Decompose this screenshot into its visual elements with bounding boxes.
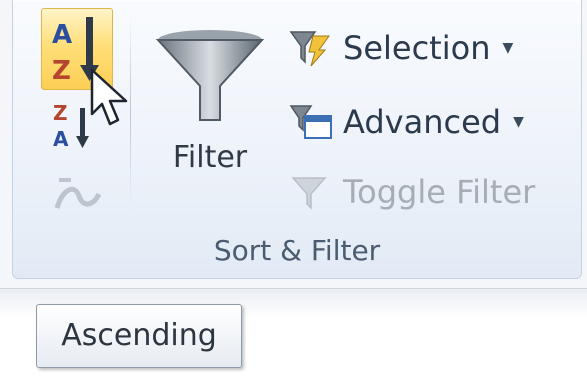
custom-sort-button[interactable] (49, 168, 105, 220)
funnel-icon (155, 30, 265, 121)
sort-filter-group-label: Sort & Filter (213, 234, 381, 267)
advanced-filter-icon (289, 105, 332, 139)
ascending-tooltip: Ascending (36, 304, 242, 368)
toggle-filter-icon (291, 177, 327, 210)
ascending-top-letter: A (52, 20, 72, 50)
selection-label: Selection (343, 29, 491, 67)
advanced-dropdown-icon: ▼ (513, 114, 524, 130)
mouse-cursor-icon (90, 68, 128, 126)
toggle-filter-label: Toggle Filter (343, 173, 536, 211)
selection-dropdown-icon: ▼ (502, 40, 514, 56)
custom-sort-icon (54, 178, 102, 209)
ascending-mid-letter: Z (52, 56, 71, 86)
descending-mid-letter: A (53, 127, 69, 151)
filter-label: Filter (172, 140, 248, 175)
filter-button[interactable]: Filter (145, 22, 275, 202)
selection-button[interactable]: Selection ▼ (289, 24, 579, 72)
sort-filter-ribbon-group: A Z Z A Filter Selection ▼ Advanced ▼ To… (12, 0, 582, 279)
toggle-filter-button[interactable]: Toggle Filter (289, 168, 579, 216)
selection-filter-icon (289, 31, 330, 67)
descending-top-letter: Z (53, 101, 68, 125)
advanced-button[interactable]: Advanced ▼ (289, 98, 579, 146)
advanced-label: Advanced (343, 103, 502, 141)
